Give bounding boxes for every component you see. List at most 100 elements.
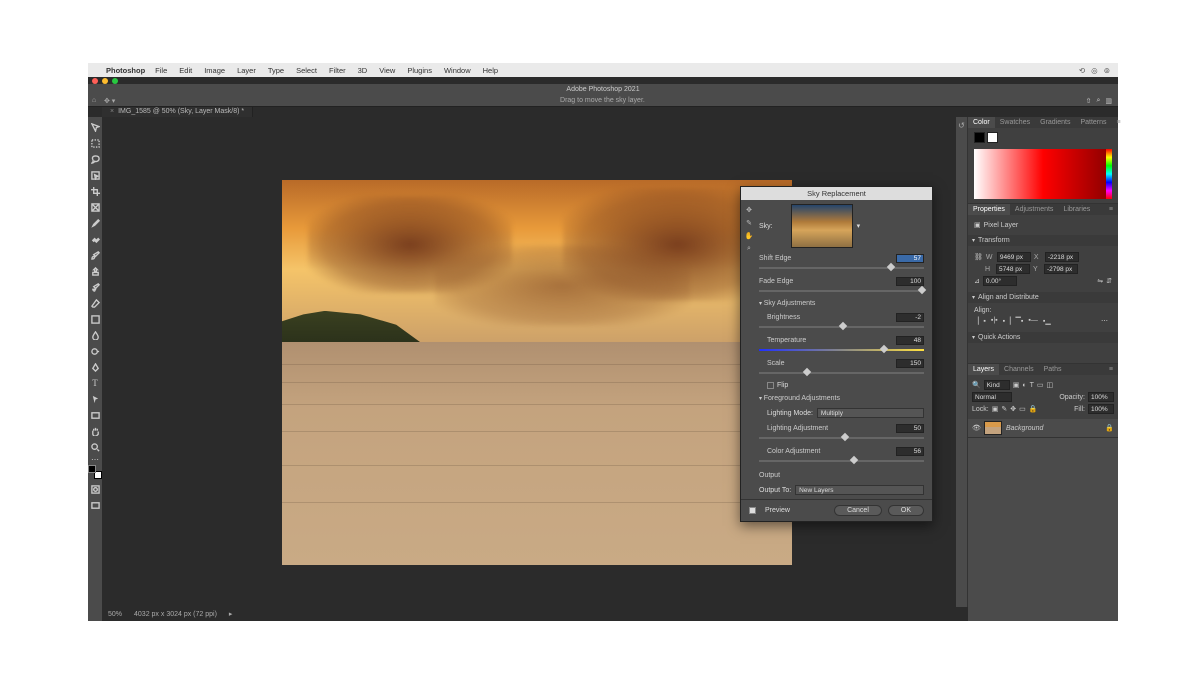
sky-preset-dropdown-icon[interactable]: ▾ bbox=[857, 222, 861, 230]
brightness-field[interactable] bbox=[896, 313, 924, 322]
scale-slider[interactable] bbox=[759, 370, 924, 376]
tool-pen-icon[interactable] bbox=[89, 361, 101, 373]
blend-mode-select[interactable] bbox=[972, 392, 1012, 402]
dlg-move-tool-icon[interactable]: ✥ bbox=[746, 206, 752, 214]
bg-swatch[interactable] bbox=[987, 132, 998, 143]
doc-dimensions[interactable]: 4032 px x 3024 px (72 ppi) bbox=[134, 611, 217, 618]
tool-history-brush-icon[interactable] bbox=[89, 281, 101, 293]
menu-3d[interactable]: 3D bbox=[352, 66, 374, 75]
tab-libraries[interactable]: Libraries bbox=[1058, 204, 1095, 215]
tab-patterns[interactable]: Patterns bbox=[1075, 117, 1111, 128]
tray-wifi-icon[interactable]: ⊚ bbox=[1104, 66, 1110, 75]
tool-frame-icon[interactable] bbox=[89, 201, 101, 213]
menu-filter[interactable]: Filter bbox=[323, 66, 352, 75]
quick-actions-header[interactable]: Quick Actions bbox=[968, 332, 1118, 343]
traffic-zoom[interactable] bbox=[112, 78, 118, 84]
menu-layer[interactable]: Layer bbox=[231, 66, 262, 75]
lock-artboard-icon[interactable]: ▭ bbox=[1019, 405, 1026, 413]
screenmode-icon[interactable] bbox=[89, 499, 101, 511]
panel-menu-icon[interactable]: ≡ bbox=[1104, 364, 1118, 375]
menu-plugins[interactable]: Plugins bbox=[401, 66, 438, 75]
tool-clone-icon[interactable] bbox=[89, 265, 101, 277]
tool-path-select-icon[interactable] bbox=[89, 393, 101, 405]
shift-edge-field[interactable] bbox=[896, 254, 924, 263]
flip-checkbox[interactable] bbox=[767, 382, 774, 389]
prop-y-field[interactable] bbox=[1044, 264, 1078, 274]
opacity-field[interactable] bbox=[1088, 392, 1114, 402]
fg-swatch[interactable] bbox=[974, 132, 985, 143]
tab-properties[interactable]: Properties bbox=[968, 204, 1010, 215]
tool-gradient-icon[interactable] bbox=[89, 313, 101, 325]
prop-h-field[interactable] bbox=[996, 264, 1030, 274]
menu-type[interactable]: Type bbox=[262, 66, 290, 75]
filter-adjust-icon[interactable]: ◐ bbox=[1022, 382, 1026, 389]
tool-crop-icon[interactable] bbox=[89, 185, 101, 197]
tray-sync-icon[interactable]: ◎ bbox=[1091, 66, 1098, 75]
cancel-button[interactable]: Cancel bbox=[834, 505, 882, 516]
hue-bar[interactable] bbox=[1106, 149, 1112, 199]
zoom-level[interactable]: 50% bbox=[108, 611, 122, 618]
fill-field[interactable] bbox=[1088, 404, 1114, 414]
quickmask-icon[interactable] bbox=[89, 483, 101, 495]
menu-image[interactable]: Image bbox=[198, 66, 231, 75]
search-icon[interactable]: ⌕ bbox=[1096, 97, 1100, 105]
ok-button[interactable]: OK bbox=[888, 505, 924, 516]
menu-file[interactable]: File bbox=[149, 66, 173, 75]
scale-field[interactable] bbox=[896, 359, 924, 368]
filter-type-icon[interactable]: T bbox=[1030, 382, 1034, 389]
sky-preset-thumbnail[interactable] bbox=[791, 204, 853, 248]
temperature-field[interactable] bbox=[896, 336, 924, 345]
panel-menu-icon[interactable]: ≡ bbox=[1112, 117, 1126, 128]
layer-filter-kind[interactable] bbox=[984, 380, 1010, 390]
preview-checkbox[interactable] bbox=[749, 507, 756, 514]
dlg-zoom-tool-icon[interactable]: ⌕ bbox=[747, 245, 751, 253]
foreground-adjustments-header[interactable]: Foreground Adjustments bbox=[759, 395, 924, 402]
menu-help[interactable]: Help bbox=[477, 66, 504, 75]
lighting-adj-field[interactable] bbox=[896, 424, 924, 433]
tool-shape-icon[interactable] bbox=[89, 409, 101, 421]
lock-position-icon[interactable]: ✥ bbox=[1010, 405, 1016, 413]
layer-thumbnail[interactable] bbox=[984, 421, 1002, 435]
output-to-select[interactable] bbox=[795, 485, 924, 495]
color-spectrum[interactable] bbox=[974, 149, 1112, 199]
temperature-slider[interactable] bbox=[759, 347, 924, 353]
filter-pixel-icon[interactable]: ▣ bbox=[1013, 381, 1020, 389]
layer-locked-icon[interactable]: 🔒 bbox=[1105, 424, 1114, 432]
lock-icon[interactable]: 🔒 bbox=[1029, 405, 1038, 413]
filter-shape-icon[interactable]: ▭ bbox=[1037, 381, 1044, 389]
tab-adjustments[interactable]: Adjustments bbox=[1010, 204, 1059, 215]
flip-h-icon[interactable]: ⇋ bbox=[1097, 277, 1103, 285]
sky-adjustments-header[interactable]: Sky Adjustments bbox=[759, 300, 924, 307]
tool-brush-icon[interactable] bbox=[89, 249, 101, 261]
prop-x-field[interactable] bbox=[1045, 252, 1079, 262]
fade-edge-slider[interactable] bbox=[759, 288, 924, 294]
transform-header[interactable]: Transform bbox=[968, 235, 1118, 246]
lock-all-icon[interactable]: ▣ bbox=[992, 405, 999, 413]
visibility-eye-icon[interactable]: 👁 bbox=[972, 424, 980, 432]
tab-swatches[interactable]: Swatches bbox=[995, 117, 1035, 128]
color-adj-field[interactable] bbox=[896, 447, 924, 456]
prop-angle-field[interactable] bbox=[983, 276, 1017, 286]
tab-paths[interactable]: Paths bbox=[1039, 364, 1067, 375]
tray-creative-cloud-icon[interactable]: ⟲ bbox=[1079, 66, 1085, 75]
brightness-slider[interactable] bbox=[759, 324, 924, 330]
align-top-icon[interactable]: ▔▪ bbox=[1016, 317, 1024, 325]
panel-menu-icon[interactable]: ≡ bbox=[1104, 204, 1118, 215]
align-bottom-icon[interactable]: ▪▁ bbox=[1043, 317, 1051, 325]
dlg-brush-tool-icon[interactable]: ✎ bbox=[746, 219, 752, 227]
align-right-icon[interactable]: ▪▕ bbox=[1003, 317, 1011, 325]
align-vcenter-icon[interactable]: ▪— bbox=[1028, 317, 1037, 325]
tool-lasso-icon[interactable] bbox=[89, 153, 101, 165]
document-tab[interactable]: × IMG_1585 @ 50% (Sky, Layer Mask/8) * bbox=[102, 107, 253, 117]
share-icon[interactable]: ⇧ bbox=[1086, 97, 1092, 105]
tab-channels[interactable]: Channels bbox=[999, 364, 1039, 375]
foreground-background-colors[interactable] bbox=[88, 465, 102, 479]
align-header[interactable]: Align and Distribute bbox=[968, 292, 1118, 303]
filter-smart-icon[interactable]: ◫ bbox=[1046, 381, 1053, 389]
tool-eyedropper-icon[interactable] bbox=[89, 217, 101, 229]
dlg-hand-tool-icon[interactable]: ✋ bbox=[745, 232, 754, 240]
tool-dodge-icon[interactable] bbox=[89, 345, 101, 357]
tool-preset-icon[interactable]: ✥ ▾ bbox=[100, 97, 119, 105]
tool-marquee-icon[interactable] bbox=[89, 137, 101, 149]
align-left-icon[interactable]: ▏▪ bbox=[978, 317, 986, 325]
